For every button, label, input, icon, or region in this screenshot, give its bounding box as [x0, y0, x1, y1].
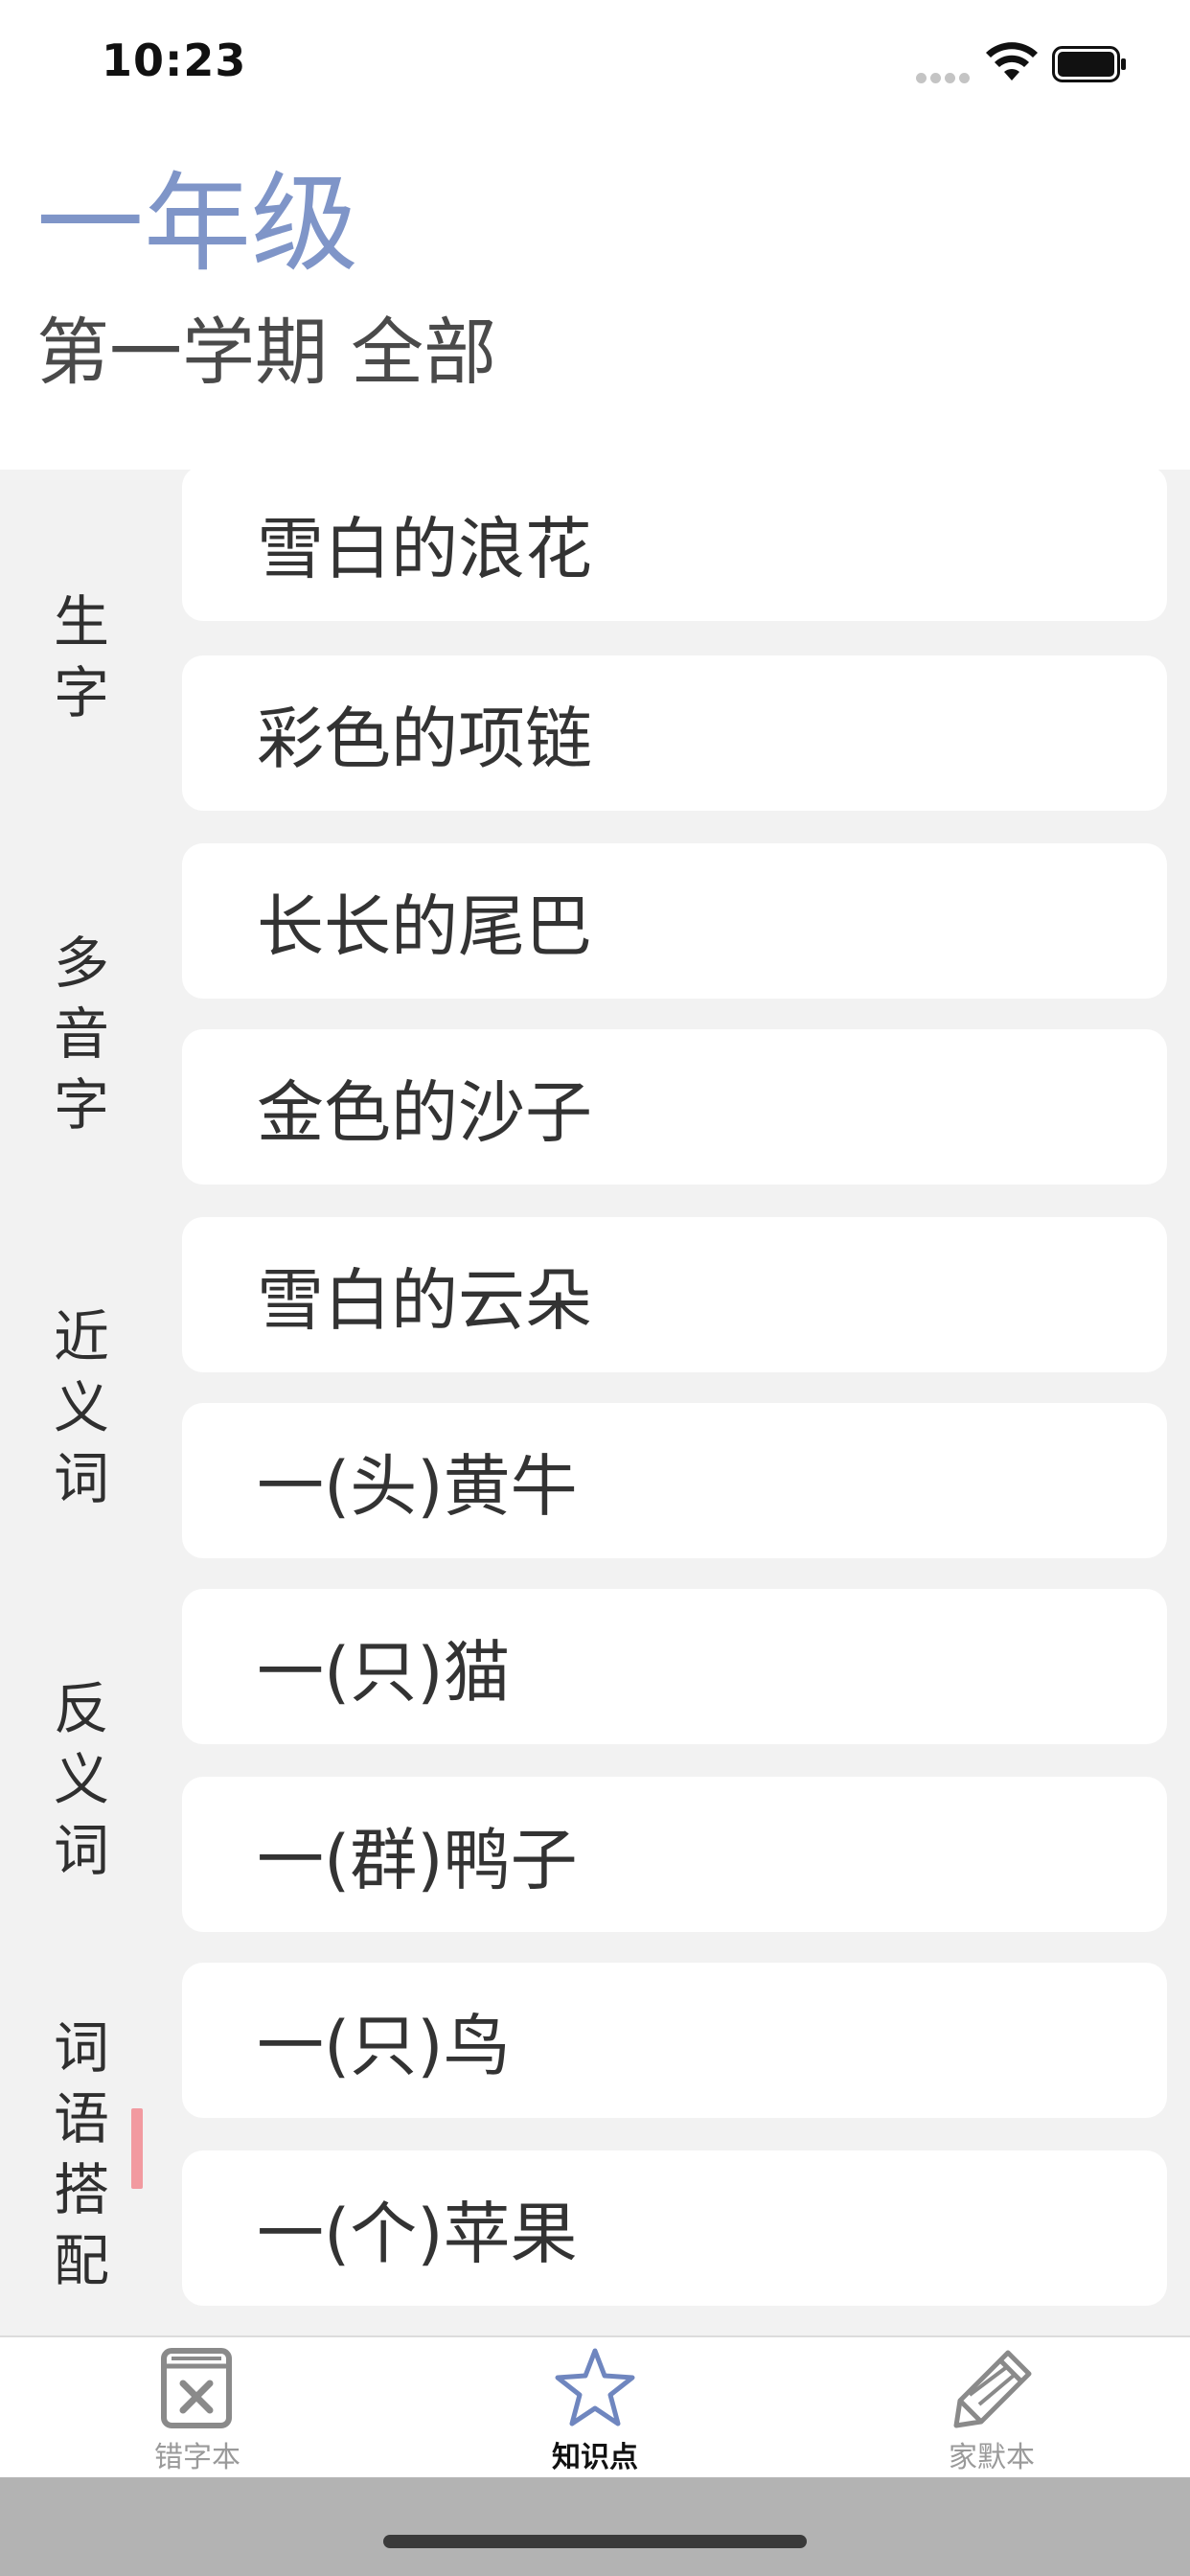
list-item-text: 彩色的项链: [257, 699, 592, 778]
home-indicator[interactable]: [383, 2535, 807, 2548]
battery-icon: [1052, 46, 1126, 82]
knowledge-content: 生字 多音字 近义词 反义词 词语搭配 雪白的浪花 彩色的项链 长长的尾巴 金色…: [0, 470, 1190, 2336]
screen: 10:23 一年级 第一学期 全部 生字 多音字 近义词 反 义 词 词 语 搭…: [0, 0, 1190, 2576]
list-item[interactable]: 长长的尾巴: [182, 843, 1167, 999]
category-item-new-characters[interactable]: 生字: [0, 586, 163, 728]
wifi-icon: [986, 42, 1038, 80]
list-item-text: 金色的沙子: [257, 1072, 592, 1152]
status-time: 10:23: [102, 34, 247, 86]
list-item-text: 一(只)鸟: [257, 2006, 511, 2085]
tab-label: 错字本: [154, 2441, 240, 2474]
error-book-icon: [161, 2348, 232, 2428]
list-item[interactable]: 雪白的云朵: [182, 1217, 1167, 1372]
list-item-text: 一(个)苹果: [257, 2194, 578, 2273]
category-label: 反义词: [53, 1676, 109, 1883]
category-item-polyphones[interactable]: 多音字: [0, 928, 163, 1140]
list-item[interactable]: 雪白的浪花: [182, 470, 1167, 621]
list-item-text: 一(群)鸭子: [257, 1820, 578, 1899]
pencil-icon: [953, 2350, 1032, 2428]
list-item-text: 雪白的浪花: [257, 509, 592, 588]
list-item-text: 雪白的云朵: [257, 1260, 592, 1340]
list-item-text: 长长的尾巴: [257, 886, 592, 966]
list-item[interactable]: 一(头)黄牛: [182, 1403, 1167, 1558]
category-label: 多音字: [53, 931, 109, 1138]
list-item[interactable]: 一(群)鸭子: [182, 1777, 1167, 1932]
status-bar: 10:23: [0, 0, 1190, 125]
category-label: 词语搭配: [53, 2015, 109, 2293]
list-item[interactable]: 一(只)鸟: [182, 1963, 1167, 2118]
cellular-signal-icon: [916, 69, 973, 87]
category-label: 近义词: [53, 1304, 109, 1511]
home-indicator-area: [0, 2477, 1190, 2576]
index-indicator: [131, 2108, 143, 2189]
tab-bar: 错字本 知识点 家默本: [0, 2335, 1190, 2477]
category-item-antonyms[interactable]: 反义词: [0, 1673, 163, 1886]
list-item[interactable]: 一(只)猫: [182, 1589, 1167, 1744]
list-item-text: 一(头)黄牛: [257, 1446, 578, 1526]
page-header: 一年级 第一学期 全部: [0, 125, 1190, 470]
tab-label: 知识点: [552, 2441, 638, 2474]
category-label: 生字: [53, 589, 109, 725]
grade-title: 一年级: [36, 162, 358, 287]
category-item-synonyms[interactable]: 近义词: [0, 1301, 163, 1514]
tab-error-book[interactable]: 错字本: [82, 2345, 312, 2475]
star-icon: [555, 2348, 635, 2426]
tab-knowledge-points[interactable]: 知识点: [480, 2345, 710, 2475]
list-item[interactable]: 一(个)苹果: [182, 2150, 1167, 2306]
list-item-text: 一(只)猫: [257, 1632, 511, 1712]
tab-dictation-book[interactable]: 家默本: [877, 2345, 1107, 2475]
tab-label: 家默本: [949, 2441, 1035, 2474]
list-item[interactable]: 金色的沙子: [182, 1029, 1167, 1184]
category-index: 生字 多音字 近义词 反义词 词语搭配: [0, 470, 163, 2336]
list-item[interactable]: 彩色的项链: [182, 656, 1167, 811]
term-subtitle[interactable]: 第一学期 全部: [36, 316, 496, 389]
